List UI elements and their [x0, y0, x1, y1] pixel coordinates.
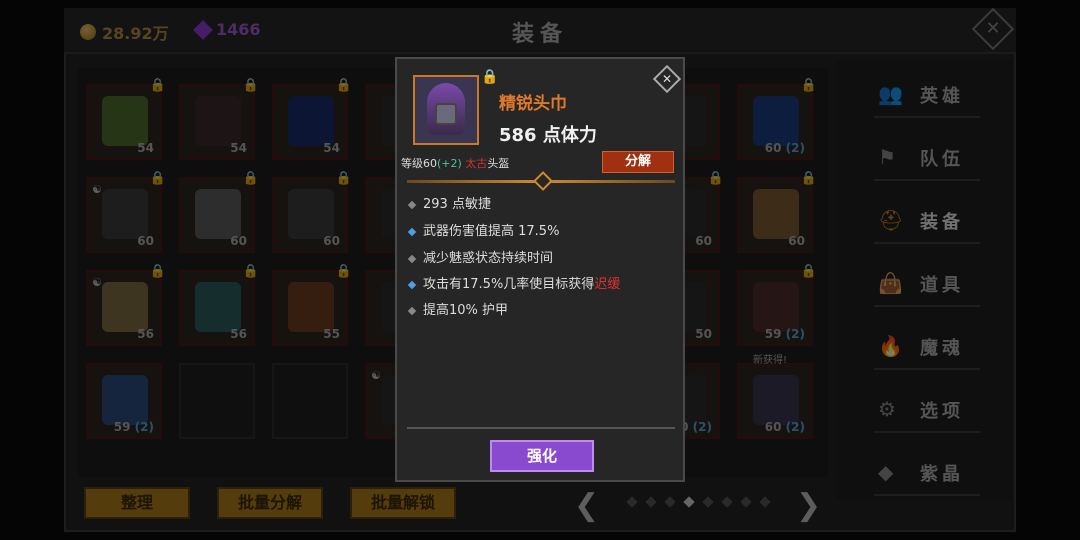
bullet-icon	[407, 306, 417, 315]
attribute-highlight: 迟缓	[594, 277, 621, 292]
divider-diamond-icon	[533, 171, 553, 191]
item-main-stat: 586 点体力	[499, 125, 597, 146]
item-type: 头盔	[487, 157, 510, 170]
attribute-row: 武器伤害值提高 17.5%	[407, 220, 560, 239]
item-level: 等级60	[401, 157, 437, 170]
item-detail-popup: 🔒 精锐头巾 586 点体力 ✕ 等级60(+2) 太古头盔 分解 293 点敏…	[395, 57, 685, 482]
item-level-bonus: (+2)	[437, 157, 462, 170]
item-quality: 太古	[465, 157, 488, 170]
enhance-button[interactable]: 强化	[490, 440, 594, 472]
bullet-icon	[407, 200, 417, 209]
visor-icon	[435, 103, 457, 125]
attribute-row: 293 点敏捷	[407, 193, 491, 212]
attribute-text: 提高10% 护甲	[423, 303, 509, 318]
dismantle-button[interactable]: 分解	[602, 151, 674, 173]
attribute-row: 提高10% 护甲	[407, 299, 509, 318]
attribute-row: 减少魅惑状态持续时间	[407, 247, 554, 266]
bullet-icon	[407, 280, 417, 289]
attribute-text: 293 点敏捷	[423, 197, 491, 212]
attribute-text: 武器伤害值提高 17.5%	[423, 224, 560, 239]
popup-close-button[interactable]: ✕	[652, 64, 682, 94]
attribute-row: 攻击有17.5%几率使目标获得迟缓	[407, 273, 621, 292]
attribute-text: 减少魅惑状态持续时间	[423, 251, 554, 266]
item-name: 精锐头巾	[499, 94, 567, 114]
item-level-line: 等级60(+2) 太古头盔	[401, 155, 509, 171]
attribute-text: 攻击有17.5%几率使目标获得	[423, 277, 595, 292]
bullet-icon	[407, 254, 417, 263]
divider	[407, 427, 675, 429]
bullet-icon	[407, 227, 417, 236]
close-icon: ✕	[661, 72, 673, 86]
item-portrait	[413, 75, 479, 145]
lock-icon[interactable]: 🔒	[481, 69, 498, 85]
